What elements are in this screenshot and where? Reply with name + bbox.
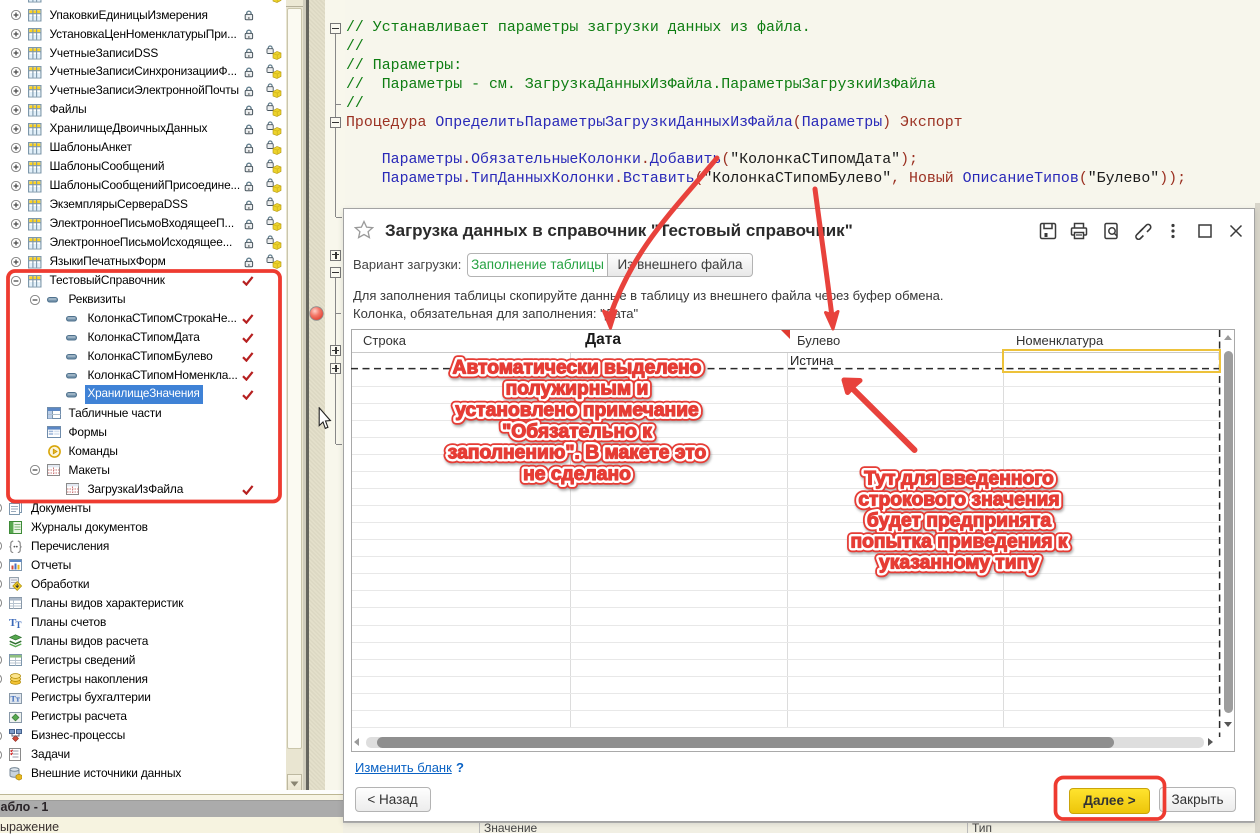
- svg-text:не сделано: не сделано: [523, 464, 631, 485]
- svg-text:строкового значения: строкового значения: [858, 489, 1059, 510]
- svg-text:"Обязательно к: "Обязательно к: [502, 421, 652, 442]
- svg-text:попытка приведения к: попытка приведения к: [850, 532, 1067, 553]
- svg-text:указанному типу: указанному типу: [879, 553, 1039, 574]
- svg-text:заполнению". В макете это: заполнению". В макете это: [448, 443, 707, 464]
- svg-text:Автоматически выделено: Автоматически выделено: [453, 357, 702, 378]
- svg-text:Тут для введенного: Тут для введенного: [864, 468, 1054, 489]
- svg-text:полужирным и: полужирным и: [506, 379, 649, 400]
- svg-text:будет предпринята: будет предпринята: [867, 511, 1051, 532]
- svg-text:установлено примечание: установлено примечание: [455, 400, 699, 421]
